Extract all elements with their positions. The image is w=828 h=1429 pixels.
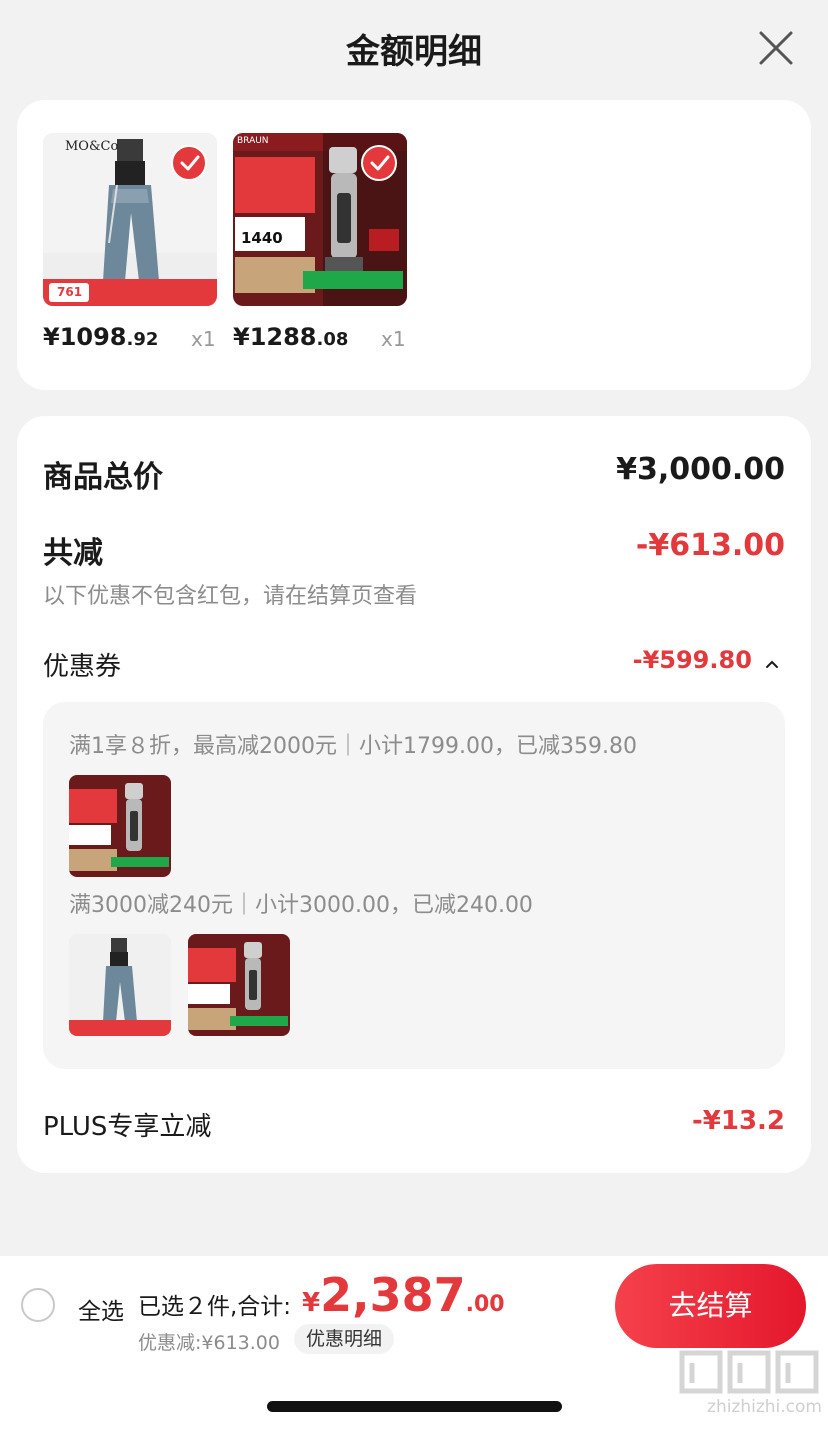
product-quantity: x1 xyxy=(381,327,406,351)
price-detail-card: 商品总价 ¥3,000.00 共减 -¥613.00 以下优惠不包含红包，请在结… xyxy=(17,416,811,1173)
price-decimal: .08 xyxy=(316,329,349,350)
reduction-label: 共减 xyxy=(43,536,103,571)
modal-header: 金额明细 xyxy=(0,0,828,96)
watermark-logo-icon xyxy=(679,1350,819,1394)
selected-check-icon[interactable] xyxy=(361,145,397,181)
reduction-note: 以下优惠不包含红包，请在结算页查看 xyxy=(43,584,418,609)
price-decimal: .92 xyxy=(126,329,159,350)
coupon-detail-box: 满1享８折，最高减2000元｜小计1799.00，已减359.80 满3000减… xyxy=(43,702,785,1069)
select-all-label[interactable]: 全选 xyxy=(78,1292,124,1326)
home-indicator xyxy=(267,1401,562,1412)
grand-total: ¥2,387.00 xyxy=(302,1268,505,1322)
product-item[interactable]: BRAUN 1440 ¥1288.08 x1 xyxy=(233,133,418,351)
coupon-item-thumbnail-shaver xyxy=(188,934,290,1036)
discount-summary: 优惠减:¥613.00 xyxy=(138,1332,280,1354)
product-brand-text: MO&Co xyxy=(65,139,119,154)
reduction-value: -¥613.00 xyxy=(635,528,785,563)
modal-title: 金额明细 xyxy=(346,32,482,72)
product-item[interactable]: MO&Co 761 ¥1098.92 x1 xyxy=(43,133,228,351)
coupon-item-thumbnail-jeans xyxy=(69,934,171,1036)
coupon-rule-2: 满3000减240元｜小计3000.00，已减240.00 xyxy=(69,893,533,918)
product-thumbnail-jeans[interactable]: MO&Co 761 xyxy=(43,133,217,306)
checkout-button[interactable]: 去结算 xyxy=(615,1264,806,1348)
plus-discount-value: -¥13.2 xyxy=(691,1106,785,1136)
product-quantity: x1 xyxy=(191,327,216,351)
total-decimal: .00 xyxy=(465,1292,505,1317)
selected-check-icon[interactable] xyxy=(171,145,207,181)
product-price: ¥1288.08 xyxy=(233,323,348,351)
coupon-value-wrap[interactable]: -¥599.80 xyxy=(633,646,779,674)
close-icon[interactable] xyxy=(758,30,794,66)
discount-detail-button[interactable]: 优惠明细 xyxy=(294,1324,395,1354)
selected-products-card: MO&Co 761 ¥1098.92 x1 BRAUN 1440 ¥1288.0… xyxy=(17,100,811,390)
price-integer: ¥1098 xyxy=(43,323,127,351)
product-thumb-badge: 761 xyxy=(57,285,83,299)
total-currency: ¥ xyxy=(302,1288,321,1318)
total-price-value: ¥3,000.00 xyxy=(616,452,785,487)
select-all-radio[interactable] xyxy=(21,1288,55,1322)
product-thumbnail-shaver[interactable]: BRAUN 1440 xyxy=(233,133,407,306)
plus-discount-label: PLUS专享立减 xyxy=(43,1112,212,1142)
product-brand-text: BRAUN xyxy=(237,136,269,146)
total-price-label: 商品总价 xyxy=(43,460,163,495)
total-integer: 2,387 xyxy=(320,1268,466,1322)
price-integer: ¥1288 xyxy=(233,323,317,351)
coupon-label: 优惠券 xyxy=(43,652,122,682)
watermark-url: zhizhizhi.com xyxy=(707,1397,822,1417)
coupon-item-thumbnail-shaver xyxy=(69,775,171,877)
coupon-rule-1: 满1享８折，最高减2000元｜小计1799.00，已减359.80 xyxy=(69,734,637,759)
product-thumb-badge: 1440 xyxy=(241,229,283,247)
chevron-up-icon[interactable] xyxy=(765,659,779,669)
coupon-value: -¥599.80 xyxy=(632,646,752,674)
product-price: ¥1098.92 xyxy=(43,323,158,351)
watermark: zhizhizhi.com xyxy=(678,1349,822,1423)
selected-count-text: 已选２件,合计: xyxy=(138,1294,292,1320)
